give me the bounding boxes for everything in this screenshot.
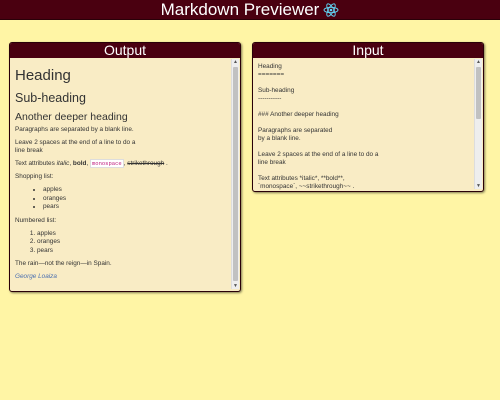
input-panel: Input Heading ======= Sub-heading ------… <box>252 42 484 192</box>
list-item: pears <box>43 203 227 212</box>
list-item: pears <box>37 247 227 256</box>
list-item: oranges <box>37 238 227 247</box>
attr-strikethrough: strikethrough <box>127 160 165 167</box>
author-link[interactable]: George Loaiza <box>15 273 57 280</box>
scroll-thumb[interactable] <box>233 67 238 281</box>
preview-heading-1: Heading <box>15 67 71 84</box>
preview-quote: The rain—not the reign—in Spain. <box>15 260 112 267</box>
app-title: Markdown Previewer <box>160 0 320 19</box>
attr-italic: italic <box>56 160 70 167</box>
attr-prefix: Text attributes <box>15 160 57 167</box>
app-header: Markdown Previewer <box>0 0 500 20</box>
output-header: Output <box>10 43 240 58</box>
output-panel: Output Heading Sub-heading Another deepe… <box>9 42 241 292</box>
numbered-list: apples oranges pears <box>15 230 227 256</box>
list-item: apples <box>43 186 227 195</box>
list-item: apples <box>37 230 227 239</box>
line-break-text-2: line break <box>15 147 43 154</box>
list-item: oranges <box>43 195 227 204</box>
input-scrollbar[interactable]: ▲ ▼ <box>474 59 482 189</box>
scroll-up-arrow-icon[interactable]: ▲ <box>475 59 482 65</box>
attr-end: . <box>164 160 168 167</box>
react-icon <box>323 2 339 18</box>
input-header: Input <box>253 43 483 58</box>
numbered-list-label: Numbered list: <box>15 216 57 224</box>
line-break-text-1: Leave 2 spaces at the end of a line to d… <box>15 139 136 146</box>
markdown-input-textarea[interactable]: Heading ======= Sub-heading ----------- … <box>253 59 475 191</box>
attr-bold: bold <box>72 160 87 167</box>
attr-monospace: monospace <box>89 159 124 168</box>
output-preview: Heading Sub-heading Another deeper headi… <box>10 59 232 291</box>
preview-heading-2: Sub-heading <box>15 91 86 105</box>
preview-line-break-paragraph: Leave 2 spaces at the end of a line to d… <box>15 139 227 155</box>
output-scrollbar[interactable]: ▲ ▼ <box>231 59 239 289</box>
preview-paragraph: Paragraphs are separated by a blank line… <box>15 126 134 133</box>
shopping-list-label: Shopping list: <box>15 173 54 180</box>
preview-heading-3: Another deeper heading <box>15 111 128 123</box>
shopping-list: apples oranges pears <box>15 186 227 212</box>
scroll-down-arrow-icon[interactable]: ▼ <box>232 283 239 289</box>
scroll-up-arrow-icon[interactable]: ▲ <box>232 59 239 65</box>
scroll-down-arrow-icon[interactable]: ▼ <box>475 183 482 189</box>
scroll-thumb[interactable] <box>476 67 481 119</box>
preview-text-attributes: Text attributes italic, bold, monospace,… <box>15 159 227 168</box>
